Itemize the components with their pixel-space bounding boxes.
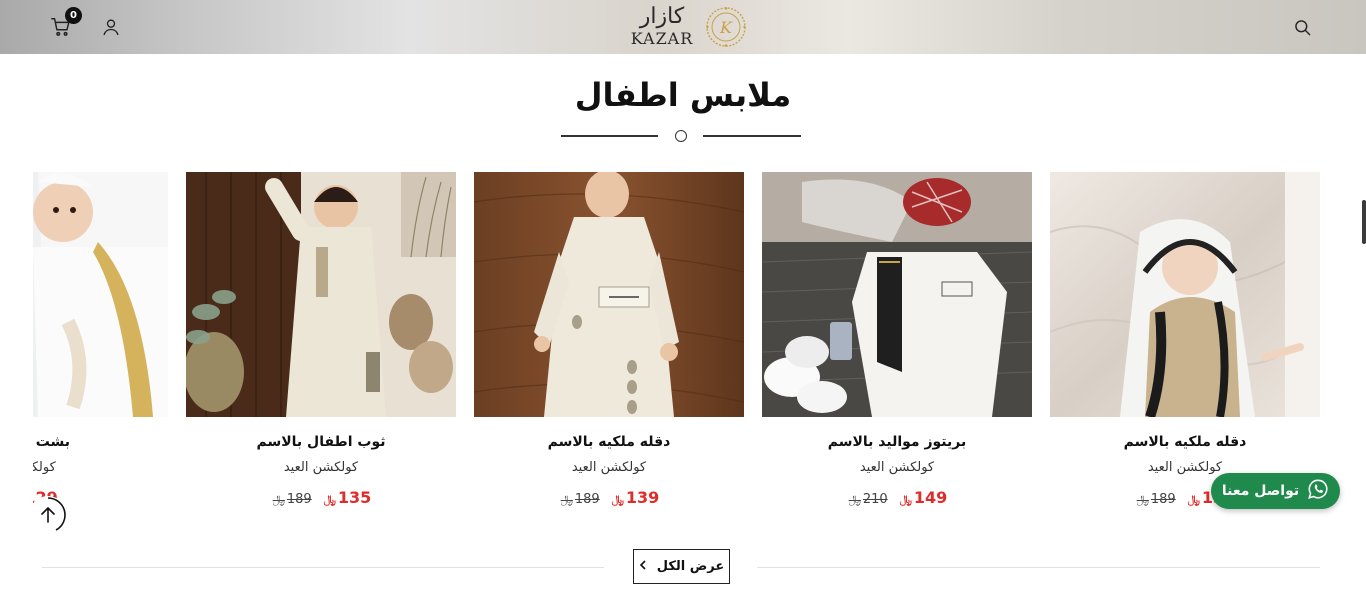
page-scrollbar[interactable] bbox=[1362, 200, 1366, 244]
page: 0 كازار KAZAR K ملابس اطفال دقله ملكيه ب… bbox=[0, 0, 1366, 599]
original-price: 189﷼ bbox=[1136, 492, 1176, 507]
product-image[interactable] bbox=[186, 172, 456, 417]
logo-emblem-icon: K bbox=[706, 7, 746, 47]
user-account-icon[interactable] bbox=[99, 15, 123, 39]
product-collection: كولكشن العيد bbox=[571, 460, 647, 475]
view-all-button[interactable]: عرض الكل bbox=[633, 549, 730, 584]
whatsapp-contact-button[interactable]: تواصل معنا bbox=[1211, 473, 1340, 509]
cart-count-badge: 0 bbox=[65, 7, 82, 24]
whatsapp-icon bbox=[1307, 478, 1329, 504]
product-title[interactable]: بريتوز مواليد بالاسم bbox=[762, 434, 1032, 450]
product-image[interactable] bbox=[33, 172, 168, 417]
sale-price: 135﷼ bbox=[323, 488, 372, 507]
product-collection: كولكشن العيد bbox=[283, 460, 359, 475]
product-price: 139﷼ 189﷼ bbox=[474, 488, 744, 507]
section-divider-right bbox=[757, 567, 1320, 568]
search-icon[interactable] bbox=[1290, 15, 1314, 39]
product-title[interactable]: دقله ملكيه بالاسم bbox=[1050, 434, 1320, 450]
product-title[interactable]: دقله ملكيه بالاسم bbox=[474, 434, 744, 450]
original-price: 210﷼ bbox=[848, 492, 888, 507]
product-title[interactable]: بشت ابيض bbox=[33, 434, 168, 450]
logo-arabic-text: كازار bbox=[639, 4, 685, 29]
product-card[interactable]: ثوب اطفال بالاسم كولكشن العيد 135﷼ 189﷼ bbox=[186, 172, 456, 522]
sale-price: 139﷼ bbox=[611, 488, 660, 507]
product-title[interactable]: ثوب اطفال بالاسم bbox=[186, 434, 456, 450]
product-collection: كولكشن bbox=[33, 460, 56, 475]
arrow-up-icon bbox=[41, 497, 66, 531]
product-card[interactable]: دقله ملكيه بالاسم كولكشن العيد 139﷼ 189﷼ bbox=[474, 172, 744, 522]
scroll-to-top-button[interactable] bbox=[29, 496, 67, 534]
site-logo[interactable]: كازار KAZAR K bbox=[614, 2, 754, 52]
product-image[interactable] bbox=[1050, 172, 1320, 417]
original-price: 189﷼ bbox=[272, 492, 312, 507]
product-card[interactable]: دقله ملكيه بالاسم كولكشن العيد 139﷼ 189﷼ bbox=[1050, 172, 1320, 522]
product-price: 149﷼ 210﷼ bbox=[762, 488, 1032, 507]
site-header: 0 كازار KAZAR K bbox=[0, 0, 1366, 54]
title-divider-dot bbox=[675, 130, 687, 142]
section-title: ملابس اطفال bbox=[574, 76, 792, 114]
original-price: 189﷼ bbox=[560, 492, 600, 507]
logo-latin-text: KAZAR bbox=[630, 29, 694, 48]
logo-emblem-letter: K bbox=[719, 18, 733, 37]
whatsapp-label: تواصل معنا bbox=[1221, 483, 1300, 499]
product-collection: كولكشن العيد bbox=[859, 460, 935, 475]
section-divider-left bbox=[42, 567, 604, 568]
product-image[interactable] bbox=[474, 172, 744, 417]
product-card[interactable]: بشت ابيض كولكشن 129﷼ bbox=[33, 172, 168, 522]
product-card[interactable]: بريتوز مواليد بالاسم كولكشن العيد 149﷼ 2… bbox=[762, 172, 1032, 522]
title-divider-right bbox=[703, 135, 801, 137]
product-carousel: دقله ملكيه بالاسم كولكشن العيد 139﷼ 189﷼ bbox=[33, 172, 1333, 522]
product-image[interactable] bbox=[762, 172, 1032, 417]
product-price: 135﷼ 189﷼ bbox=[186, 488, 456, 507]
title-divider-left bbox=[561, 135, 658, 137]
sale-price: 149﷼ bbox=[899, 488, 948, 507]
chevron-left-icon bbox=[639, 559, 647, 574]
view-all-label: عرض الكل bbox=[656, 559, 725, 574]
